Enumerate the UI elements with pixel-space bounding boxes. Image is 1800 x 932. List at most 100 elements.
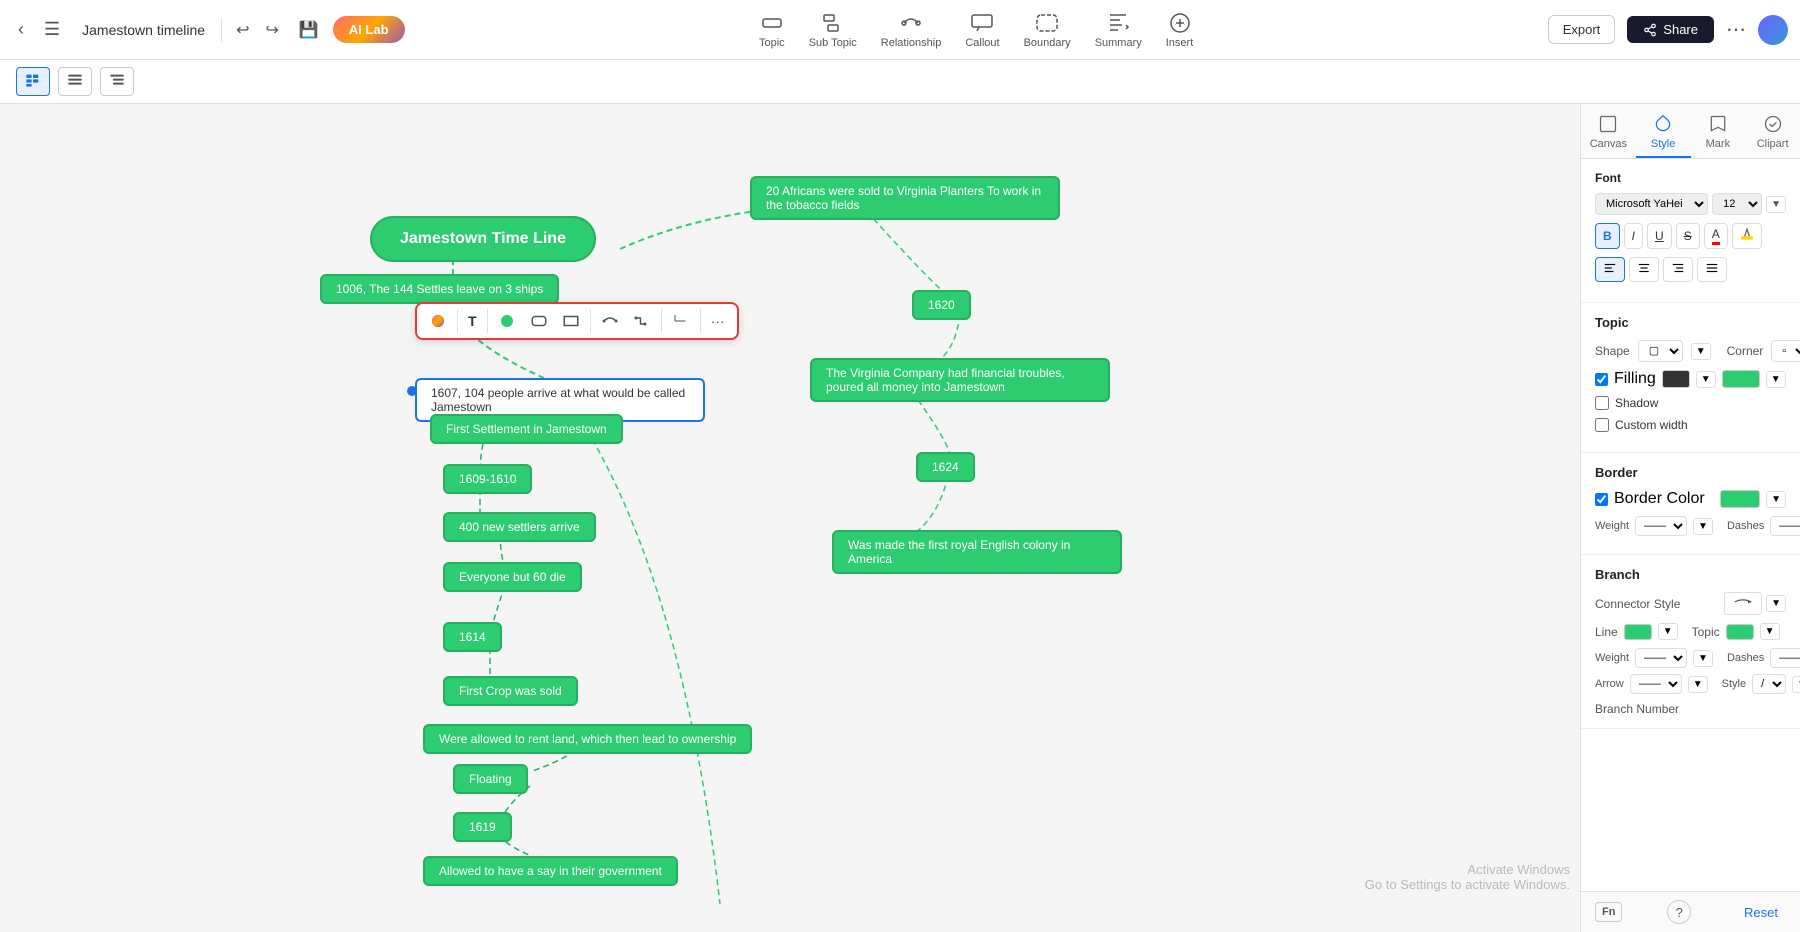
font-size-select[interactable]: 12 <box>1712 193 1762 215</box>
topic-color-dropdown[interactable]: ▼ <box>1760 623 1780 640</box>
node-4[interactable]: 1609-1610 <box>443 464 532 494</box>
tool-summary[interactable]: Summary <box>1095 11 1142 49</box>
align-center-button[interactable] <box>1629 257 1659 282</box>
connector-style-dropdown[interactable]: ▼ <box>1766 595 1786 612</box>
float-arrow-button[interactable] <box>668 308 694 334</box>
filling-checkbox[interactable] <box>1595 373 1608 386</box>
tool-subtopic[interactable]: Sub Topic <box>809 11 857 49</box>
filling-fg-color[interactable] <box>1722 370 1760 388</box>
fn-button[interactable]: Fn <box>1595 902 1622 922</box>
node-12[interactable]: Allowed to have a say in their governmen… <box>423 856 678 886</box>
font-dropdown-button[interactable]: ▼ <box>1766 196 1786 213</box>
border-checkbox[interactable] <box>1595 493 1608 506</box>
float-more-button[interactable]: ··· <box>707 309 729 333</box>
dashes-select[interactable]: —— - - ··· <box>1770 516 1800 536</box>
topic-color-swatch[interactable] <box>1726 624 1754 640</box>
float-text-button[interactable]: T <box>464 309 481 333</box>
connections-svg <box>0 104 1580 932</box>
weight-dropdown[interactable]: ▼ <box>1693 518 1713 535</box>
node-17[interactable]: Was made the first royal English colony … <box>832 530 1122 574</box>
tab-clipart[interactable]: Clipart <box>1745 104 1800 158</box>
redo-button[interactable]: ↪ <box>259 16 284 44</box>
line-color-swatch[interactable] <box>1624 624 1652 640</box>
weight-select[interactable]: —— – — <box>1635 516 1687 536</box>
back-button[interactable]: ‹ <box>12 15 30 44</box>
strikethrough-button[interactable]: S <box>1676 223 1700 249</box>
share-button[interactable]: Share <box>1627 16 1714 43</box>
shape-select[interactable]: ▢ <box>1638 340 1683 362</box>
filling-bg-color[interactable] <box>1662 370 1690 388</box>
view-map-button[interactable] <box>16 67 50 96</box>
highlight-button[interactable] <box>1732 223 1762 249</box>
save-button[interactable]: 💾 <box>293 16 325 44</box>
node-11[interactable]: 1619 <box>453 812 512 842</box>
menu-button[interactable]: ☰ <box>38 15 66 44</box>
float-shape-circle-button[interactable] <box>494 308 520 334</box>
reset-button[interactable]: Reset <box>1736 901 1786 924</box>
float-color-button[interactable] <box>425 308 451 334</box>
tool-boundary[interactable]: Boundary <box>1024 11 1071 49</box>
float-connect2-button[interactable] <box>629 308 655 334</box>
ai-lab-button[interactable]: AI Lab <box>333 16 405 43</box>
secondary-toolbar <box>0 60 1800 104</box>
style-dropdown[interactable]: ▼ <box>1792 676 1800 693</box>
node-1[interactable]: 1006, The 144 Settles leave on 3 ships <box>320 274 559 304</box>
node-15[interactable]: The Virginia Company had financial troub… <box>810 358 1110 402</box>
node-8[interactable]: First Crop was sold <box>443 676 578 706</box>
node-7[interactable]: 1614 <box>443 622 502 652</box>
connector-style-btn[interactable] <box>1724 592 1762 615</box>
apps-button[interactable]: ⋯ <box>1726 17 1746 42</box>
align-right-button[interactable] <box>1663 257 1693 282</box>
node-14[interactable]: 1620 <box>912 290 971 320</box>
shape-dropdown[interactable]: ▼ <box>1691 343 1711 360</box>
arrow-select[interactable]: —— <box>1630 674 1682 694</box>
branch-dashes-select[interactable]: —— <box>1770 648 1800 668</box>
branch-weight-dropdown[interactable]: ▼ <box>1693 650 1713 667</box>
export-button[interactable]: Export <box>1548 15 1616 44</box>
corner-select[interactable]: ▫ <box>1771 340 1800 362</box>
bold-button[interactable]: B <box>1595 223 1620 249</box>
float-shape-rounded-button[interactable] <box>526 308 552 334</box>
node-6[interactable]: Everyone but 60 die <box>443 562 582 592</box>
node-10[interactable]: Floating <box>453 764 528 794</box>
line-color-dropdown[interactable]: ▼ <box>1658 623 1678 640</box>
tool-callout[interactable]: Callout <box>965 11 999 49</box>
border-color-swatch[interactable] <box>1720 490 1760 508</box>
view-outline-button[interactable] <box>100 67 134 96</box>
underline-button[interactable]: U <box>1647 223 1672 249</box>
node-16[interactable]: 1624 <box>916 452 975 482</box>
tab-mark[interactable]: Mark <box>1691 104 1746 158</box>
font-color-button[interactable]: A <box>1704 223 1728 249</box>
tool-relationship[interactable]: Relationship <box>881 11 942 49</box>
node-5[interactable]: 400 new settlers arrive <box>443 512 596 542</box>
user-avatar[interactable] <box>1758 15 1788 45</box>
italic-button[interactable]: I <box>1624 223 1643 249</box>
branch-weight-select[interactable]: —— <box>1635 648 1687 668</box>
font-family-select[interactable]: Microsoft YaHei <box>1595 193 1708 215</box>
float-shape-rect-button[interactable] <box>558 308 584 334</box>
float-connect-button[interactable] <box>597 308 623 334</box>
node-13[interactable]: 20 Africans were sold to Virginia Plante… <box>750 176 1060 220</box>
arrow-dropdown[interactable]: ▼ <box>1688 676 1708 693</box>
align-justify-button[interactable] <box>1697 257 1727 282</box>
filling-fg-dropdown[interactable]: ▼ <box>1766 371 1786 388</box>
undo-button[interactable]: ↩ <box>230 16 255 44</box>
node-root[interactable]: Jamestown Time Line <box>370 216 596 262</box>
filling-bg-dropdown[interactable]: ▼ <box>1696 371 1716 388</box>
node-3[interactable]: First Settlement in Jamestown <box>430 414 623 444</box>
style-select[interactable]: / <box>1752 674 1786 694</box>
tool-insert[interactable]: Insert <box>1166 11 1194 49</box>
top-toolbar: ‹ ☰ Jamestown timeline ↩ ↪ 💾 AI Lab Topi… <box>0 0 1800 60</box>
custom-width-checkbox[interactable] <box>1595 418 1609 432</box>
view-list-button[interactable] <box>58 67 92 96</box>
border-color-row: Border Color ▼ <box>1595 490 1786 508</box>
tool-topic[interactable]: Topic <box>759 11 785 49</box>
align-left-button[interactable] <box>1595 257 1625 282</box>
border-color-dropdown[interactable]: ▼ <box>1766 491 1786 508</box>
shadow-checkbox[interactable] <box>1595 396 1609 410</box>
canvas-area[interactable]: T ··· <box>0 104 1580 932</box>
node-9[interactable]: Were allowed to rent land, which then le… <box>423 724 752 754</box>
tab-style[interactable]: Style <box>1636 104 1691 158</box>
help-button[interactable]: ? <box>1667 900 1691 924</box>
tab-canvas[interactable]: Canvas <box>1581 104 1636 158</box>
